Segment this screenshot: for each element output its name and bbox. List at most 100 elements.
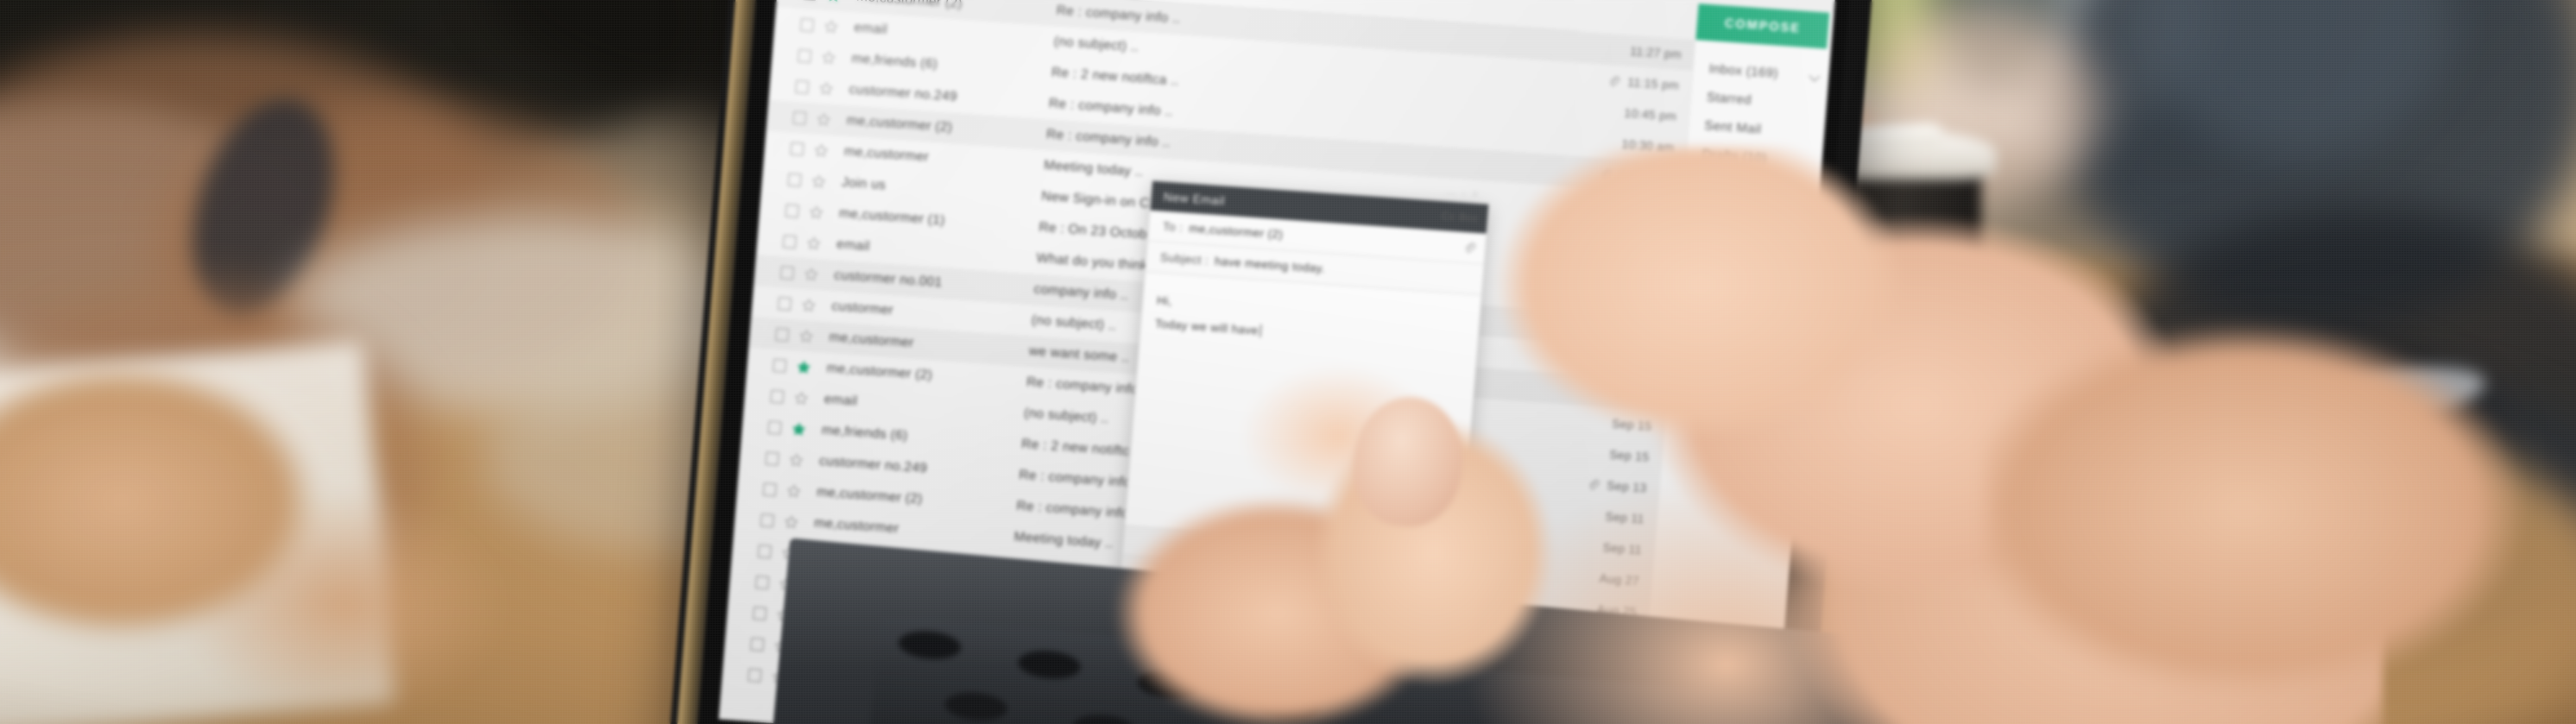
star-icon[interactable] <box>813 142 829 158</box>
star-icon[interactable] <box>796 359 811 375</box>
row-date: 09:01 am <box>1619 167 1673 186</box>
row-date: Sep 15 <box>1611 416 1652 433</box>
row-checkbox[interactable] <box>802 0 817 1</box>
send-button[interactable]: Send <box>1398 548 1454 574</box>
subject-field-left: Subject : have meeting today. <box>1160 251 1326 275</box>
row-checkbox[interactable] <box>773 358 787 373</box>
star-icon[interactable] <box>811 173 826 189</box>
star-icon[interactable] <box>788 452 804 468</box>
row-subject: Re : company info .. <box>1045 127 1171 151</box>
cc-bcc-toggle[interactable]: Cc Bcc <box>1441 210 1479 224</box>
row-date: Sep 23 <box>1621 292 1663 310</box>
star-icon[interactable] <box>808 205 824 220</box>
row-date: Sep 11 <box>1604 509 1645 526</box>
to-label: To : <box>1162 219 1184 235</box>
row-date: 11:27 pm <box>1629 43 1683 61</box>
row-checkbox[interactable] <box>790 142 805 156</box>
row-subject: Re : company info .. <box>1048 96 1174 120</box>
sidebar-item-label: Notes <box>1699 174 1736 192</box>
window-controls-label: — ▫ ✕ <box>1444 186 1481 202</box>
row-checkbox[interactable] <box>750 637 765 652</box>
row-date: Sep 18 <box>1613 385 1655 402</box>
row-date: Sep 11 <box>1602 540 1643 557</box>
window-controls[interactable]: — ▫ ✕ <box>1445 186 1481 202</box>
star-icon[interactable] <box>804 267 819 282</box>
svg-text:A: A <box>1374 553 1383 564</box>
star-icon[interactable] <box>824 18 839 34</box>
row-checkbox[interactable] <box>765 450 780 465</box>
row-subject: (no subject) .. <box>1023 406 1110 426</box>
paperclip-icon[interactable] <box>1463 241 1477 255</box>
row-checkbox[interactable] <box>785 203 799 217</box>
row-checkbox[interactable] <box>770 389 785 404</box>
subject-label: Subject : <box>1159 250 1209 268</box>
row-date: Aug 27 <box>1599 570 1640 588</box>
row-subject: Re : 2 new notiftca .. <box>1051 65 1180 89</box>
font-icon[interactable]: A <box>1372 551 1386 565</box>
row-checkbox[interactable] <box>774 327 790 342</box>
row-checkbox[interactable] <box>792 110 807 125</box>
row-checkbox[interactable] <box>787 173 802 187</box>
star-icon[interactable] <box>801 297 817 312</box>
row-checkbox[interactable] <box>760 513 774 527</box>
row-checkbox[interactable] <box>797 48 812 63</box>
paperclip-icon <box>1607 74 1621 88</box>
row-subject: (no subject) .. <box>1031 312 1117 334</box>
row-subject: Meeting today .. <box>1013 529 1114 551</box>
row-checkbox[interactable] <box>780 265 794 280</box>
row-checkbox[interactable] <box>795 79 810 94</box>
row-date: Sep 23 <box>1624 261 1665 279</box>
row-date: Sep 23 <box>1619 323 1660 340</box>
row-date: 10:45 pm <box>1623 105 1677 123</box>
row-subject: Re : company info .. <box>1015 498 1141 522</box>
star-icon[interactable] <box>1314 547 1328 561</box>
row-checkbox[interactable] <box>757 544 772 558</box>
chevron-down-icon[interactable] <box>1809 71 1820 81</box>
row-subject: (no subject) .. <box>1053 34 1140 55</box>
row-checkbox[interactable] <box>762 482 777 496</box>
paperclip-icon <box>1587 477 1601 491</box>
location-pin-icon[interactable] <box>1291 545 1304 559</box>
row-subject: Re : company info .. <box>1018 467 1144 491</box>
compose-body[interactable]: Hi, Today we will have <box>1125 272 1481 549</box>
compose-label: COMPOSE <box>1724 16 1802 36</box>
star-icon[interactable] <box>821 49 837 65</box>
chevron-down-icon[interactable] <box>1798 213 1809 223</box>
toolbar-divider <box>1361 550 1363 563</box>
star-icon[interactable] <box>784 514 799 530</box>
row-date: Sep 13 <box>1606 478 1648 495</box>
text-caret <box>1259 324 1262 337</box>
sidebar-item-label: Inbox (169) <box>1708 61 1779 81</box>
star-icon[interactable] <box>818 80 834 96</box>
star-icon[interactable] <box>806 236 822 251</box>
row-checkbox[interactable] <box>799 17 815 32</box>
row-checkbox[interactable] <box>782 234 797 249</box>
to-value: me,custormer (2) <box>1188 221 1284 242</box>
star-icon[interactable] <box>791 421 806 437</box>
compose-window[interactable]: — ▫ ✕ New Email Cc Bcc To : me,custormer… <box>1119 179 1490 608</box>
star-icon[interactable] <box>786 483 801 499</box>
svg-text:B: B <box>1341 551 1348 562</box>
row-checkbox[interactable] <box>777 296 792 311</box>
row-date: Sep 24 <box>1628 199 1670 217</box>
row-checkbox[interactable] <box>753 606 767 620</box>
to-field-left: To : me,custormer (2) <box>1162 220 1283 242</box>
row-checkbox[interactable] <box>748 668 762 683</box>
paperclip-icon <box>1599 167 1613 180</box>
row-subject: Re : company info .. <box>1056 3 1181 27</box>
sidebar-item-label: Sent Mail <box>1703 118 1763 137</box>
star-icon[interactable] <box>799 328 814 343</box>
body-line-2: Today we will have <box>1154 317 1260 337</box>
row-checkbox[interactable] <box>767 420 782 435</box>
star-icon[interactable] <box>793 390 809 406</box>
sidebar-item-label: More <box>1696 203 1729 221</box>
row-checkbox[interactable] <box>754 575 770 589</box>
compose-title: New Email <box>1163 189 1226 208</box>
star-icon[interactable] <box>826 0 842 3</box>
star-icon[interactable] <box>816 111 831 127</box>
row-subject: company info .. <box>1033 281 1129 304</box>
laptop: All More me,custormer (2)Re : company in… <box>0 0 2576 724</box>
subject-value: have meeting today. <box>1214 255 1326 275</box>
bold-icon[interactable]: B <box>1337 549 1351 563</box>
row-subject: Meeting today .. <box>1043 158 1144 179</box>
